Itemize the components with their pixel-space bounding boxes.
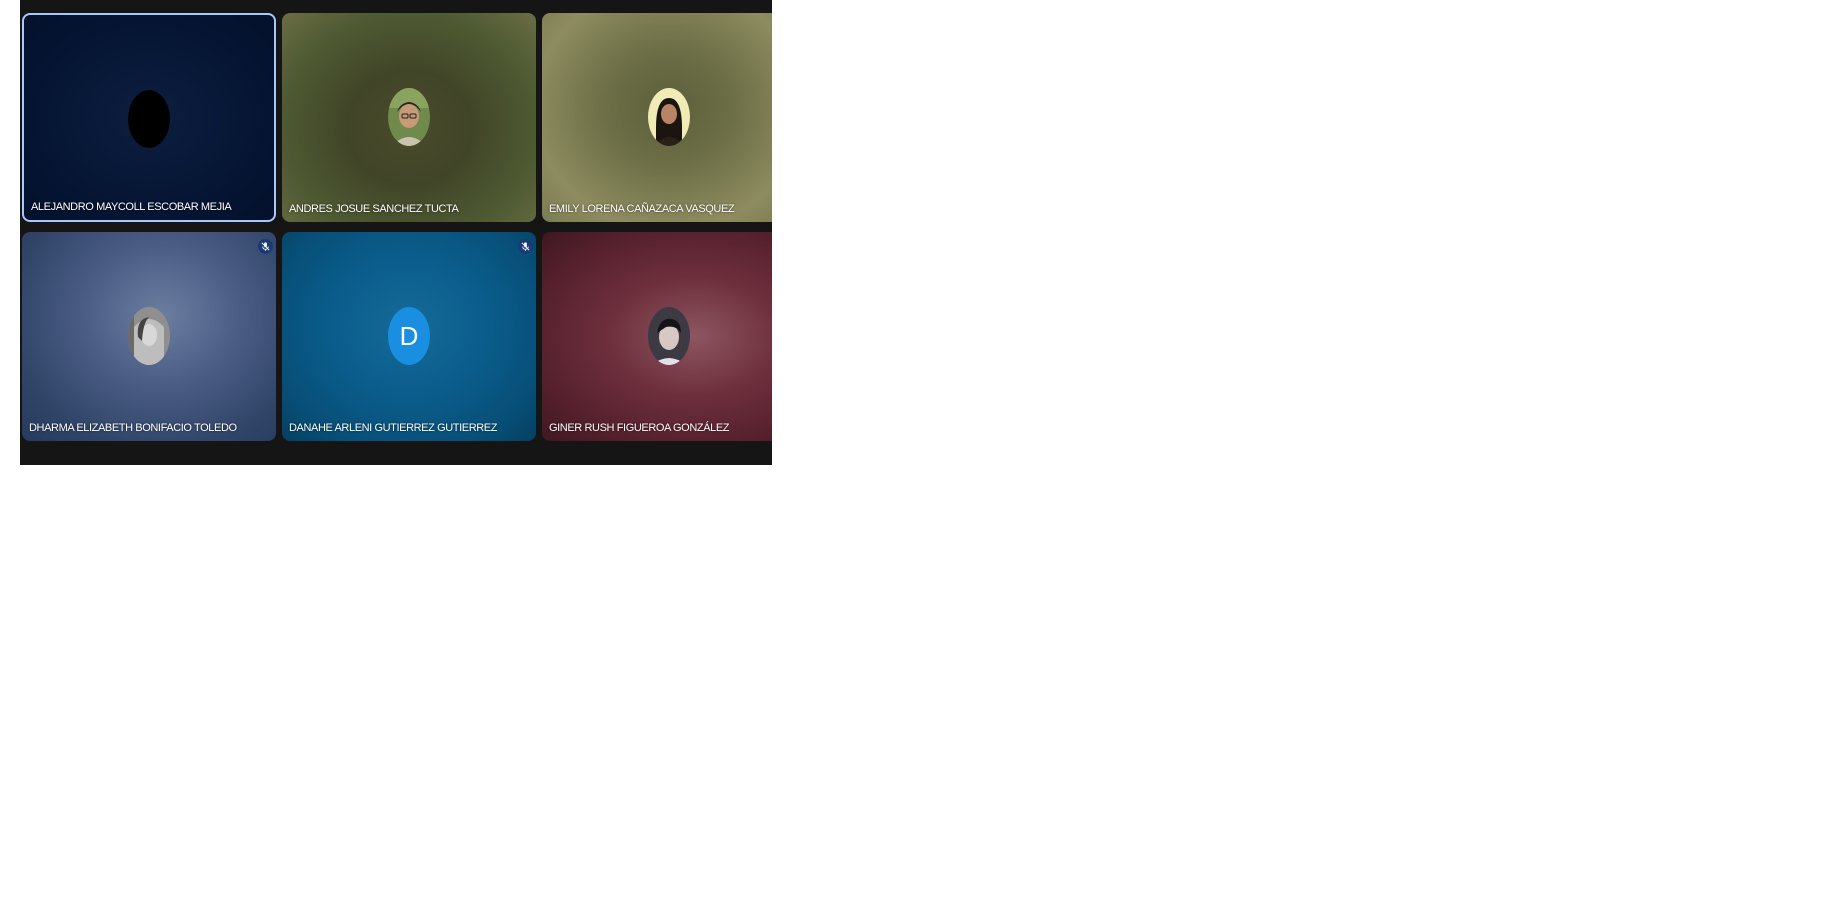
participant-tile[interactable]: ALEJANDRO MAYCOLL ESCOBAR MEJIA <box>22 13 276 222</box>
participant-name: EMILY LORENA CAÑAZACA VASQUEZ <box>549 203 735 215</box>
participant-avatar <box>388 88 430 146</box>
participant-tile[interactable]: DHARMA ELIZABETH BONIFACIO TOLEDO <box>22 232 276 441</box>
mic-off-icon <box>518 239 533 254</box>
participant-avatar <box>648 88 690 146</box>
letter-avatar: D <box>388 307 430 365</box>
participant-tile[interactable]: ANDRES JOSUE SANCHEZ TUCTA <box>282 13 536 222</box>
participant-tile[interactable]: EMILY LORENA CAÑAZACA VASQUEZ <box>542 13 772 222</box>
participant-name: DANAHE ARLENI GUTIERREZ GUTIERREZ <box>289 422 498 434</box>
participant-tile[interactable]: GINER RUSH FIGUEROA GONZÁLEZ <box>542 232 772 441</box>
participant-avatar <box>128 90 170 148</box>
participant-avatar <box>648 307 690 365</box>
participant-name: DHARMA ELIZABETH BONIFACIO TOLEDO <box>29 422 237 434</box>
meeting-grid: ALEJANDRO MAYCOLL ESCOBAR MEJIA ANDRES J… <box>20 0 772 465</box>
mic-off-icon <box>258 239 273 254</box>
participant-name: ALEJANDRO MAYCOLL ESCOBAR MEJIA <box>31 201 232 213</box>
participant-avatar <box>128 307 170 365</box>
participant-name: GINER RUSH FIGUEROA GONZÁLEZ <box>549 422 730 434</box>
participant-tile[interactable]: D DANAHE ARLENI GUTIERREZ GUTIERREZ <box>282 232 536 441</box>
participant-name: ANDRES JOSUE SANCHEZ TUCTA <box>289 203 459 215</box>
